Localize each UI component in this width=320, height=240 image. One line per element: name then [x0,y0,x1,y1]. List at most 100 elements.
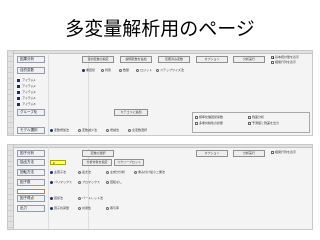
radio-pca[interactable]: 主成分分析 [106,170,125,174]
radio-label: 共通性 [82,206,92,210]
slide-title: 多変量解析用のページ [65,18,255,40]
factor-count-label: 因子数 [17,179,45,186]
spreadsheet-regression: 因果分析 目的変数 目的変数の指定 説明変数を追加 定義済み変数 オプション 分… [7,50,313,136]
radio-bartlett[interactable]: バートレット法 [78,196,103,200]
add-category-button[interactable]: カテゴリに追加 [114,109,148,116]
radio-stepwise-both[interactable]: 増減法 [106,128,119,132]
item-marker [17,84,20,88]
item-marker [17,96,20,100]
radio-label: 重み付け最小二乗法 [138,170,166,174]
radio-dot [78,206,81,210]
factor-score-label: 因子得点 [17,195,45,202]
radio-backward[interactable]: 変数減少法 [78,128,97,132]
radio-weighted-ls[interactable]: 重み付け最小二乗法 [134,170,165,174]
checkbox-mark [271,60,274,64]
radio-dot [134,170,137,174]
checkbox-label: 残差分析 [252,115,265,119]
specify-target-button[interactable]: 分析対象を指定 [82,159,112,166]
spreadsheet-factor-analysis: 因子分析 変数の選択 オプション 分析実行 相関行列を表示 分析対象を指定 スク… [7,144,313,230]
radio-label: 増減法 [110,128,120,132]
item-marker [17,102,20,106]
row-number-column [8,145,14,229]
item-row-4[interactable]: アイテム4 [17,96,35,100]
factor-score-cell [17,189,45,194]
factor-options-button[interactable]: オプション [196,150,228,157]
radio-dot [106,206,109,210]
radio-regression-score[interactable]: 回帰法 [50,196,63,200]
output-label: 出力 [17,205,45,212]
regression-section-label: 因果分析 [17,56,45,63]
radio-all-variables[interactable]: 全変数選択 [128,128,147,132]
radio-stepwise[interactable]: ステップワイズ法 [156,68,184,72]
radio-forward[interactable]: 変数増加法 [50,128,69,132]
radio-dot [119,68,122,72]
radio-label: 全変数選択 [132,128,148,132]
checkbox-predicted[interactable]: 予測値と残差を出力 [248,121,279,125]
radio-promax[interactable]: プロマックス [78,180,100,184]
checkbox-mark [195,121,198,125]
checkbox-mark [248,121,251,125]
item-row-3[interactable]: アイテム3 [17,90,35,94]
method-label: 抽出方法 [17,159,45,166]
defined-variables-button[interactable]: 定義済み変数 [158,56,190,63]
radio-label: 数量 [123,68,130,72]
item-row-1[interactable]: アイテム1 [17,78,35,82]
item-label: アイテム1 [22,78,36,82]
radio-dot [78,196,81,200]
radio-label: バリマックス [54,180,72,184]
radio-label: ロジット [140,68,153,72]
checkbox-residual[interactable]: 残差分析 [248,115,264,119]
checkbox-label: 多重共線性の診断 [199,121,224,125]
add-explanatory-button[interactable]: 説明変数を追加 [120,56,152,63]
radio-communality[interactable]: 共通性 [78,206,91,210]
select-target-button[interactable]: 目的変数の指定 [82,56,114,63]
radio-principal-factor[interactable]: 主因子法 [50,170,66,174]
checkbox-multicollinearity[interactable]: 多重共線性の診断 [195,121,223,125]
options-button[interactable]: オプション [196,56,228,63]
radio-discriminant[interactable]: 判別 [101,68,111,72]
radio-quantification[interactable]: 数量 [119,68,129,72]
radio-label: 寄与率 [110,206,120,210]
checkbox-factor-correlation[interactable]: 相関行列を表示 [271,150,296,154]
radio-label: 主成分分析 [110,170,126,174]
radio-regression[interactable]: 重回帰 [82,68,95,72]
radio-label: 主因子法 [54,170,67,174]
factor-run-button[interactable]: 分析実行 [233,150,265,157]
checkbox-correlation[interactable]: 相関行列を表示 [271,60,296,64]
item-row-5[interactable]: アイテム5 [17,102,35,106]
checkbox-label: 予測値と残差を出力 [252,121,280,125]
item-label: アイテム4 [22,96,36,100]
scree-plot-button[interactable]: スクリープロット [114,159,144,166]
radio-no-rotation[interactable]: 回転なし [106,180,122,184]
radio-dot [106,180,109,184]
radio-varimax[interactable]: バリマックス [50,180,72,184]
checkbox-label: 相関行列を表示 [275,150,297,154]
radio-max-likelihood[interactable]: 最尤法 [78,170,91,174]
grouping-label: グループ化 [17,109,45,116]
radio-label: プロマックス [82,180,100,184]
radio-dot [50,170,53,174]
radio-logit[interactable]: ロジット [136,68,152,72]
radio-label: 回帰法 [54,196,64,200]
checkbox-mark [195,115,198,119]
checkbox-std-coef[interactable]: 標準化偏回帰係数 [195,115,223,119]
radio-dot [78,128,81,132]
radio-dot [50,206,53,210]
radio-label: 重回帰 [86,68,96,72]
factor-section-label: 因子分析 [17,150,45,157]
radio-label: ステップワイズ法 [160,68,184,72]
radio-dot [128,128,131,132]
radio-loadings[interactable]: 因子負荷量 [50,206,69,210]
radio-label: 変数減少法 [82,128,98,132]
run-analysis-button[interactable]: 分析実行 [233,56,265,63]
select-variables-button[interactable]: 変数の選択 [82,150,114,157]
item-marker [17,78,20,82]
checkbox-basic-stats[interactable]: 基本統計量を表示 [271,55,299,59]
radio-contribution[interactable]: 寄与率 [106,206,119,210]
checkbox-label: 基本統計量を表示 [275,55,300,59]
radio-dot [78,170,81,174]
method-value-cell[interactable]: 2 [50,160,66,165]
radio-dot [50,128,53,132]
item-row-2[interactable]: アイテム2 [17,84,35,88]
radio-dot [82,68,85,72]
